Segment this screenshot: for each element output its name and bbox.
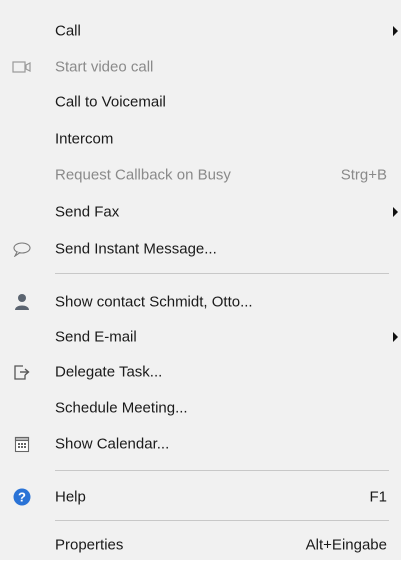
delegate-task-icon — [12, 362, 32, 382]
menu-separator — [55, 273, 389, 274]
menu-item-delegate-task[interactable]: Delegate Task... — [0, 354, 401, 390]
menu-item-send-instant-message[interactable]: Send Instant Message... — [0, 231, 401, 267]
menu-item-label: Call to Voicemail — [55, 93, 166, 111]
person-icon — [12, 292, 32, 312]
menu-item-call-to-voicemail[interactable]: Call to Voicemail — [0, 84, 401, 120]
menu-item-label: Properties — [55, 536, 124, 554]
menu-item-send-email[interactable]: Send E-mail — [0, 319, 401, 355]
shortcut-text: Strg+B — [340, 166, 387, 184]
menu-item-show-calendar[interactable]: Show Calendar... — [0, 426, 401, 462]
menu-item-show-contact[interactable]: Show contact Schmidt, Otto... — [0, 284, 401, 320]
menu-item-help[interactable]: ? Help F1 — [0, 479, 401, 515]
menu-item-start-video-call[interactable]: Start video call — [0, 49, 401, 85]
menu-item-label: Send E-mail — [55, 328, 137, 346]
menu-item-label: Start video call — [55, 58, 154, 76]
menu-item-label: Schedule Meeting... — [55, 399, 188, 417]
help-icon: ? — [12, 487, 32, 507]
submenu-arrow-icon — [393, 26, 398, 36]
menu-item-label: Delegate Task... — [55, 363, 163, 381]
menu-item-properties[interactable]: Properties Alt+Eingabe — [0, 527, 401, 563]
menu-item-send-fax[interactable]: Send Fax — [0, 194, 401, 230]
menu-item-label: Call — [55, 22, 81, 40]
menu-item-request-callback[interactable]: Request Callback on Busy Strg+B — [0, 157, 401, 193]
menu-item-label: Send Fax — [55, 203, 120, 221]
menu-separator — [55, 470, 389, 471]
menu-item-call[interactable]: Call — [0, 13, 401, 49]
submenu-arrow-icon — [393, 207, 398, 217]
menu-separator — [55, 520, 389, 521]
chat-bubble-icon — [12, 239, 32, 259]
calendar-icon — [12, 434, 32, 454]
submenu-arrow-icon — [393, 332, 398, 342]
menu-item-schedule-meeting[interactable]: Schedule Meeting... — [0, 390, 401, 426]
video-camera-icon — [12, 57, 32, 77]
menu-item-label: Show contact Schmidt, Otto... — [55, 293, 253, 311]
svg-text:?: ? — [18, 490, 26, 505]
menu-item-label: Send Instant Message... — [55, 240, 217, 258]
menu-item-label: Show Calendar... — [55, 435, 170, 453]
menu-item-label: Help — [55, 488, 86, 506]
menu-item-intercom[interactable]: Intercom — [0, 121, 401, 157]
context-menu: Call Start video call Call to Voicemail … — [0, 0, 401, 560]
menu-item-label: Request Callback on Busy — [55, 166, 231, 184]
shortcut-text: F1 — [369, 488, 387, 506]
shortcut-text: Alt+Eingabe — [305, 536, 387, 554]
menu-item-label: Intercom — [55, 130, 114, 148]
